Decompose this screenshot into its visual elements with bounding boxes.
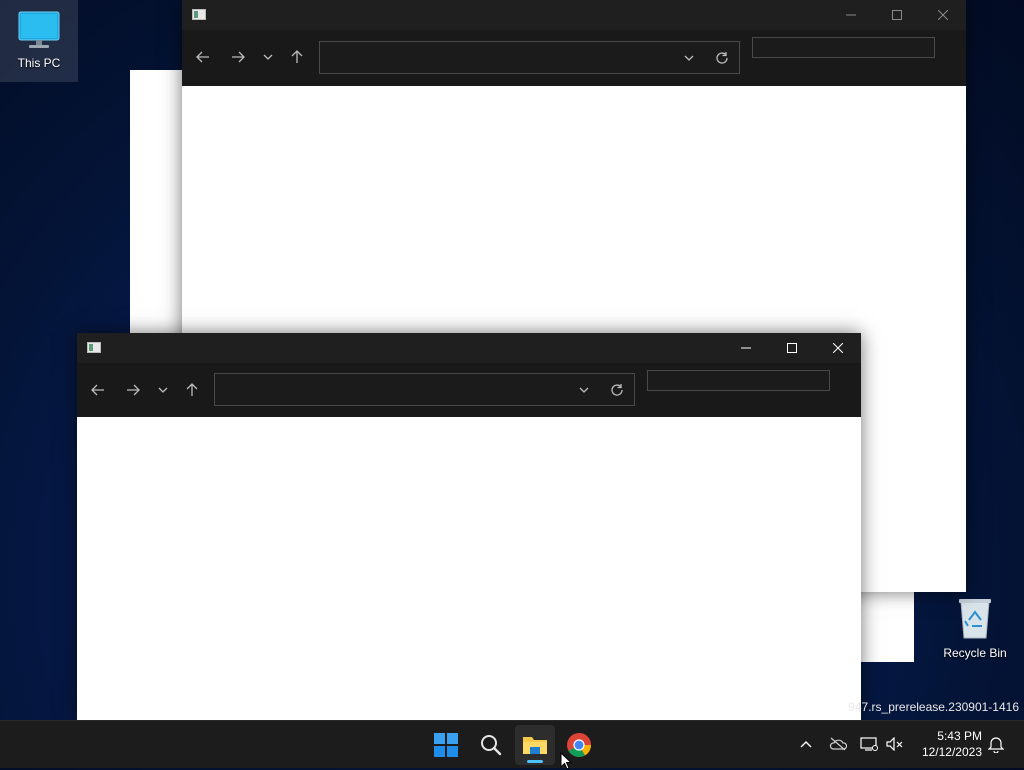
close-icon xyxy=(833,343,843,353)
maximize-button[interactable] xyxy=(769,333,815,363)
onedrive-icon xyxy=(829,737,847,751)
search-input[interactable] xyxy=(648,371,829,390)
arrow-left-icon xyxy=(196,51,209,63)
close-icon xyxy=(938,10,948,20)
background-window-edge xyxy=(130,70,182,333)
desktop-icon-recycle-bin[interactable]: Recycle Bin xyxy=(936,596,1014,660)
address-bar[interactable] xyxy=(214,373,635,406)
up-button[interactable] xyxy=(180,378,204,402)
chevron-down-icon xyxy=(579,387,589,393)
arrow-right-icon xyxy=(232,51,245,63)
folder-icon xyxy=(523,737,547,754)
navigation-toolbar xyxy=(182,30,966,86)
minimize-icon xyxy=(846,14,856,16)
taskbar-file-explorer[interactable] xyxy=(515,725,555,765)
arrow-left-icon xyxy=(91,384,104,396)
arrow-up-icon xyxy=(291,50,303,63)
title-bar[interactable] xyxy=(77,333,861,363)
search-input[interactable] xyxy=(753,38,934,57)
chevron-down-icon xyxy=(263,54,273,60)
taskbar: 5:43 PM 12/12/2023 xyxy=(0,720,1024,770)
desktop-icon-label: This PC xyxy=(17,56,61,70)
start-button[interactable] xyxy=(426,725,466,765)
forward-button[interactable] xyxy=(226,45,250,69)
file-list-area[interactable] xyxy=(77,417,861,720)
address-dropdown-button[interactable] xyxy=(681,50,697,66)
clock-time: 5:43 PM xyxy=(937,729,982,743)
monitor-icon xyxy=(18,11,60,48)
running-indicator xyxy=(527,760,543,763)
arrow-up-icon xyxy=(186,383,198,396)
minimize-button[interactable] xyxy=(828,0,874,30)
build-watermark: 947.rs_prerelease.230901-1416 xyxy=(848,700,1019,714)
background-window-edge xyxy=(860,592,914,662)
refresh-icon xyxy=(611,384,623,396)
close-button[interactable] xyxy=(920,0,966,30)
search-box[interactable] xyxy=(647,370,830,391)
up-button[interactable] xyxy=(285,45,309,69)
forward-button[interactable] xyxy=(121,378,145,402)
refresh-button[interactable] xyxy=(608,381,626,399)
navigation-toolbar xyxy=(77,363,861,417)
notifications-button[interactable] xyxy=(984,731,1008,757)
chevron-down-icon xyxy=(158,387,168,393)
refresh-icon xyxy=(716,52,728,64)
desktop-icon-label: Recycle Bin xyxy=(943,646,1007,660)
address-input[interactable] xyxy=(215,374,634,405)
minimize-button[interactable] xyxy=(723,333,769,363)
clock-date: 12/12/2023 xyxy=(921,745,982,759)
chevron-down-icon xyxy=(684,55,694,61)
address-input[interactable] xyxy=(320,42,739,73)
mouse-cursor-icon xyxy=(560,752,572,770)
back-button[interactable] xyxy=(86,378,110,402)
show-hidden-icons-button[interactable] xyxy=(794,731,818,757)
close-button[interactable] xyxy=(815,333,861,363)
volume-tray-button[interactable] xyxy=(883,731,907,757)
windows-logo-icon xyxy=(434,733,458,757)
search-box[interactable] xyxy=(752,37,935,58)
back-button[interactable] xyxy=(191,45,215,69)
maximize-button[interactable] xyxy=(874,0,920,30)
address-dropdown-button[interactable] xyxy=(576,382,592,398)
taskbar-search-button[interactable] xyxy=(471,725,511,765)
network-tray-button[interactable] xyxy=(857,731,881,757)
title-bar[interactable] xyxy=(182,0,966,30)
refresh-button[interactable] xyxy=(713,49,731,67)
desktop-icon-this-pc[interactable]: This PC xyxy=(0,0,78,82)
address-bar[interactable] xyxy=(319,41,740,74)
maximize-icon xyxy=(892,10,902,20)
recent-locations-button[interactable] xyxy=(256,45,280,69)
minimize-icon xyxy=(741,347,751,349)
file-explorer-app-icon xyxy=(192,9,206,20)
onedrive-tray-button[interactable] xyxy=(826,731,850,757)
maximize-icon xyxy=(787,343,797,353)
arrow-right-icon xyxy=(127,384,140,396)
network-icon xyxy=(860,737,878,751)
explorer-window-front[interactable] xyxy=(77,333,861,720)
recent-locations-button[interactable] xyxy=(151,378,175,402)
file-explorer-app-icon xyxy=(87,342,101,353)
volume-muted-icon xyxy=(886,737,903,751)
system-clock[interactable]: 5:43 PM 12/12/2023 xyxy=(912,728,982,760)
recycle-bin-icon xyxy=(959,599,991,639)
chevron-up-icon xyxy=(800,741,812,748)
notification-bell-icon xyxy=(988,737,1004,753)
search-icon xyxy=(481,735,502,756)
